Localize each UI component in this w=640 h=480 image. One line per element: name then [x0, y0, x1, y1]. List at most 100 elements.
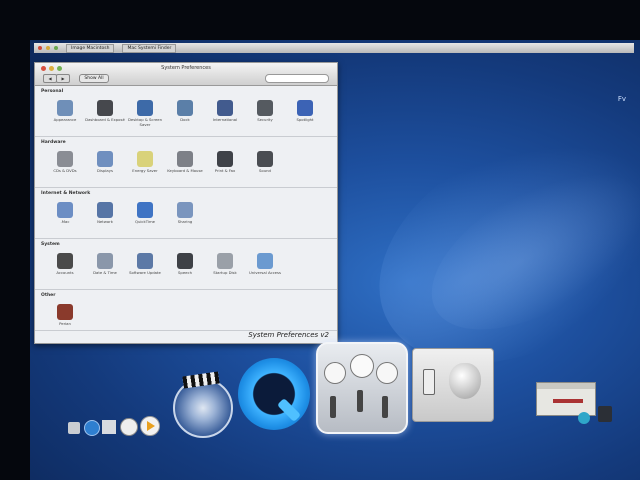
dvd-player-icon[interactable]	[173, 371, 233, 438]
accounts-icon	[57, 253, 73, 269]
clock-icon	[97, 253, 113, 269]
pref-pane[interactable]: Energy Saver	[125, 151, 165, 174]
zoom-dot-icon[interactable]	[54, 46, 58, 50]
window-title: System Preferences	[161, 65, 211, 71]
pref-pane-label: CDs & DVDs	[53, 168, 77, 173]
system-preferences-window: System Preferences ◀ ▶ Show All Personal…	[34, 62, 338, 344]
finder-icon[interactable]	[68, 422, 80, 434]
pref-pane-label: Perian	[59, 321, 71, 326]
pref-pane[interactable]: Desktop & Screen Saver	[125, 100, 165, 127]
pref-pane[interactable]: Accounts	[45, 253, 85, 276]
pref-pane[interactable]: CDs & DVDs	[45, 151, 85, 174]
pref-pane[interactable]: Print & Fax	[205, 151, 245, 174]
flag-icon	[217, 100, 233, 116]
sharing-icon	[177, 202, 193, 218]
tab-label: Mac Systemi Finder	[127, 45, 172, 51]
section-title: System	[41, 242, 60, 247]
desktop-item-label[interactable]: Fv	[618, 95, 626, 103]
section-title: Hardware	[41, 140, 66, 145]
dashboard-icon	[97, 100, 113, 116]
pref-pane[interactable]: Displays	[85, 151, 125, 174]
pref-pane[interactable]: Date & Time	[85, 253, 125, 276]
update-icon	[137, 253, 153, 269]
pane-row: Appearance Dashboard & Exposé Desktop & Sc…	[45, 100, 325, 127]
show-all-button[interactable]: Show All	[79, 74, 109, 83]
pref-pane[interactable]: Security	[245, 100, 285, 127]
section-title: Other	[41, 293, 56, 298]
pref-pane-label: Appearance	[53, 117, 77, 122]
pref-pane[interactable]: .Mac	[45, 202, 85, 225]
network-icon	[97, 202, 113, 218]
pref-pane-label: Keyboard & Mouse	[167, 168, 203, 173]
disk-icon	[217, 253, 233, 269]
pref-pane-label: Dashboard & Exposé	[85, 117, 125, 122]
microphone-icon	[177, 253, 193, 269]
speaker-icon	[257, 151, 273, 167]
pref-pane[interactable]: Keyboard & Mouse	[165, 151, 205, 174]
pref-pane[interactable]: Speech	[165, 253, 205, 276]
pref-pane-label: Dock	[180, 117, 190, 122]
search-input[interactable]	[265, 74, 329, 83]
pref-pane[interactable]: Software Update	[125, 253, 165, 276]
pref-pane-label: Energy Saver	[132, 168, 158, 173]
pref-pane[interactable]: Sharing	[165, 202, 205, 225]
pref-pane-label: Spotlight	[296, 117, 314, 122]
pref-pane-label: Universal Access	[249, 270, 281, 275]
perian-icon	[57, 304, 73, 320]
section-internet-network: Internet & Network .Mac Network QuickTime Sh…	[35, 188, 337, 239]
version-caption: System Preferences v2	[248, 331, 329, 339]
pref-pane-label: Desktop & Screen Saver	[127, 117, 163, 127]
section-other: Other Perian	[35, 290, 337, 331]
pref-pane-label: Sound	[259, 168, 271, 173]
preference-panes: Personal Appearance Dashboard & Exposé Desk…	[35, 86, 337, 331]
pane-row: .Mac Network QuickTime Sharing	[45, 202, 205, 225]
quicktime-dock-icon[interactable]	[238, 358, 310, 430]
section-personal: Personal Appearance Dashboard & Exposé Desk…	[35, 86, 337, 137]
minimized-window-thumbnail[interactable]	[536, 382, 596, 416]
play-icon[interactable]	[140, 416, 160, 436]
itunes-icon[interactable]	[120, 418, 138, 436]
pref-pane[interactable]: Dock	[165, 100, 205, 127]
pref-pane[interactable]: Universal Access	[245, 253, 285, 276]
quicktime-icon	[137, 202, 153, 218]
pane-row: Perian	[45, 304, 85, 327]
keyboard-icon	[177, 151, 193, 167]
pref-pane[interactable]: Sound	[245, 151, 285, 174]
pref-pane[interactable]: QuickTime	[125, 202, 165, 225]
pref-pane-label: Security	[257, 117, 273, 122]
pref-pane-label: QuickTime	[134, 219, 156, 224]
pane-row: CDs & DVDs Displays Energy Saver Keyboard &…	[45, 151, 285, 174]
pref-pane[interactable]: International	[205, 100, 245, 127]
pref-pane[interactable]: Appearance	[45, 100, 85, 127]
pref-pane-label: Print & Fax	[214, 168, 236, 173]
window-titlebar[interactable]: System Preferences ◀ ▶ Show All	[35, 63, 337, 86]
system-preferences-dock-icon[interactable]	[316, 342, 408, 434]
safari-icon[interactable]	[84, 420, 100, 436]
spotlight-icon	[297, 100, 313, 116]
pref-pane[interactable]: Startup Disk	[205, 253, 245, 276]
menu-bar: Image Macintosh Mac Systemi Finder	[34, 43, 634, 53]
pref-pane[interactable]: Dashboard & Exposé	[85, 100, 125, 127]
browser-tab-1[interactable]: Image Macintosh	[66, 43, 115, 53]
trash-icon[interactable]	[598, 406, 612, 422]
pref-pane[interactable]: Perian	[45, 304, 85, 327]
access-icon	[257, 253, 273, 269]
back-button[interactable]: ◀	[43, 74, 57, 83]
forward-button[interactable]: ▶	[56, 74, 70, 83]
section-title: Personal	[41, 89, 64, 94]
printer-icon	[217, 151, 233, 167]
dock-icon	[177, 100, 193, 116]
boot-camp-icon[interactable]	[412, 348, 494, 422]
pref-pane-label: Software Update	[129, 270, 161, 275]
appearance-icon	[57, 100, 73, 116]
pref-pane[interactable]: Network	[85, 202, 125, 225]
browser-tab-2[interactable]: Mac Systemi Finder	[122, 43, 177, 53]
minimize-dot-icon[interactable]	[46, 46, 50, 50]
mail-icon[interactable]	[102, 420, 116, 434]
pref-pane[interactable]: Spotlight	[285, 100, 325, 127]
downloads-stack-icon[interactable]	[578, 412, 590, 424]
pref-pane-label: Startup Disk	[213, 270, 237, 275]
pref-pane-label: Speech	[178, 270, 192, 275]
mac-globe-icon	[57, 202, 73, 218]
close-dot-icon[interactable]	[38, 46, 42, 50]
